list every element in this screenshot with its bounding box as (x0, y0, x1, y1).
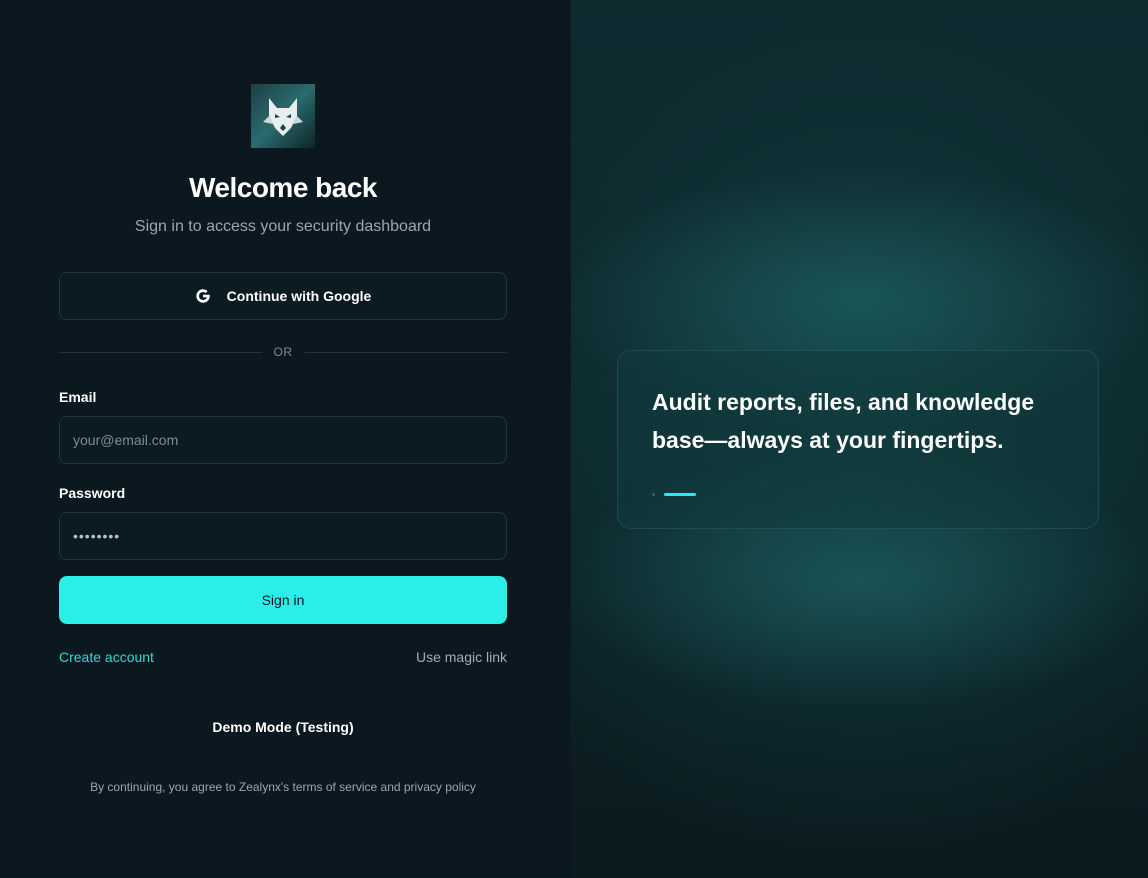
google-button-label: Continue with Google (226, 288, 372, 304)
carousel-dot-2-active[interactable] (664, 493, 696, 496)
password-label: Password (59, 485, 126, 501)
google-g-icon (195, 288, 211, 304)
carousel-indicator (652, 493, 696, 496)
email-field[interactable] (59, 416, 507, 464)
sign-in-label: Sign in (261, 592, 305, 608)
lynx-logo-icon (251, 84, 315, 148)
google-signin-button[interactable]: Continue with Google (59, 272, 507, 320)
or-divider: OR (59, 343, 507, 361)
page-subtitle: Sign in to access your security dashboar… (134, 218, 432, 235)
create-account-link[interactable]: Create account (59, 649, 154, 665)
page-title: Welcome back (188, 172, 378, 203)
terms-text: By continuing, you agree to Zealynx's te… (90, 780, 476, 794)
password-field[interactable] (59, 512, 507, 560)
divider-text: OR (273, 345, 293, 359)
email-label: Email (59, 389, 97, 405)
magic-link-link[interactable]: Use magic link (416, 649, 507, 665)
carousel-dot-1[interactable] (652, 493, 655, 496)
demo-mode-button[interactable]: Demo Mode (Testing) (0, 719, 566, 735)
login-page: Welcome back Sign in to access your secu… (0, 0, 1148, 878)
promo-panel: Audit reports, files, and knowledge base… (571, 0, 1148, 878)
divider-line-left (59, 351, 262, 353)
promo-card: Audit reports, files, and knowledge base… (617, 350, 1099, 529)
promo-headline: Audit reports, files, and knowledge base… (652, 389, 1035, 453)
login-panel: Welcome back Sign in to access your secu… (0, 0, 571, 878)
sign-in-button[interactable]: Sign in (59, 576, 507, 624)
divider-line-right (304, 351, 507, 353)
